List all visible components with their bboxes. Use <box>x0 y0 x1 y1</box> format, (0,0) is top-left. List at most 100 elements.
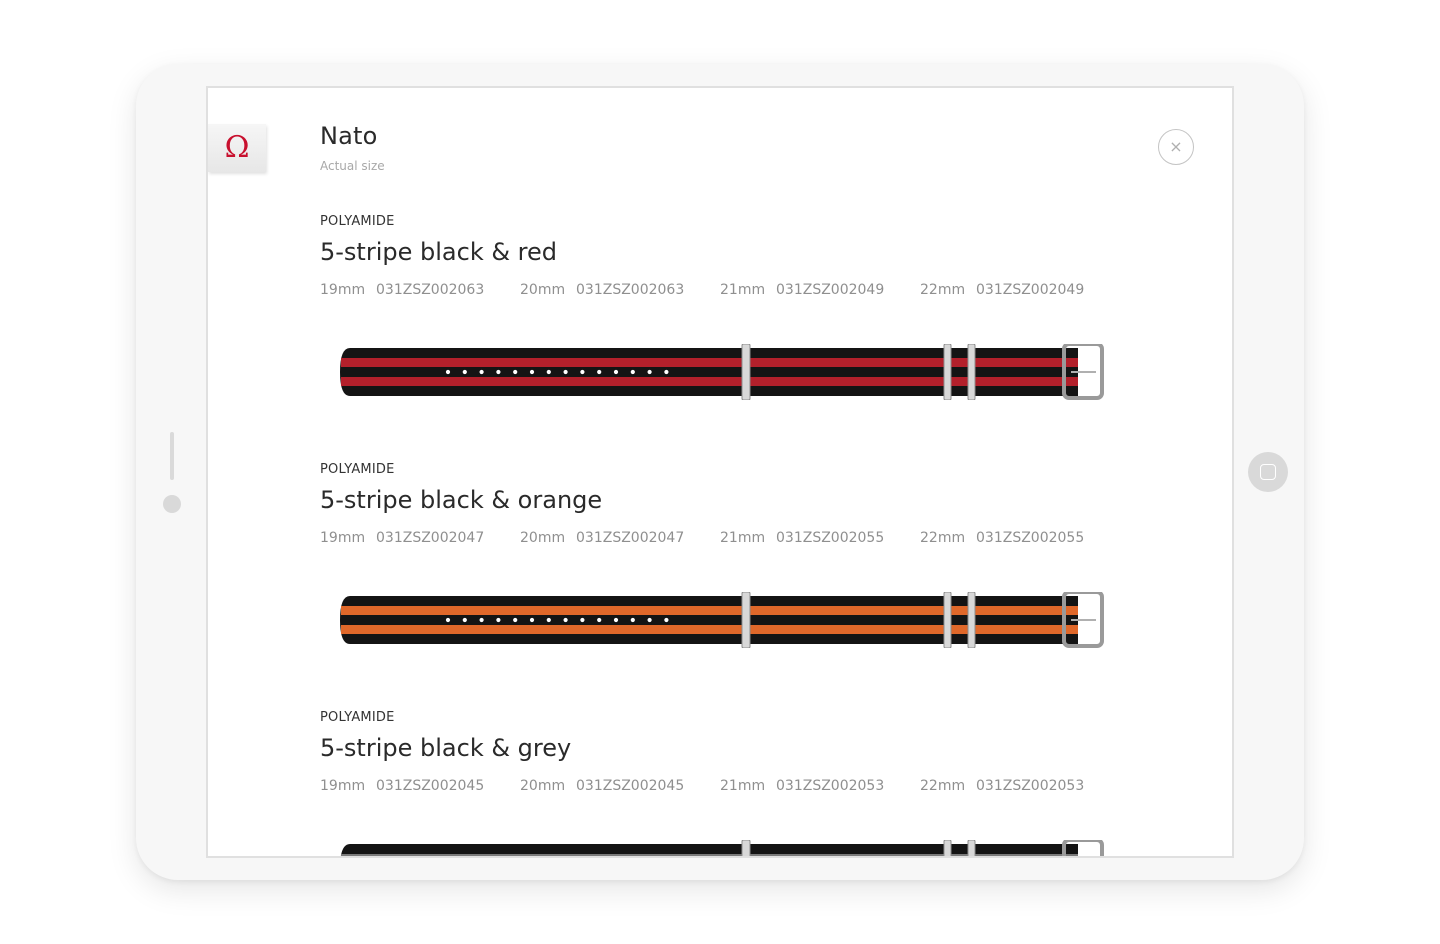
strap-keeper <box>967 592 976 648</box>
size-list: 19mm 031ZSZ002047 20mm 031ZSZ002047 21mm 03… <box>320 530 1120 550</box>
strap-hole <box>445 369 451 375</box>
product-section: POLYAMIDE 5-stripe black & red 19mm 031ZS… <box>320 214 1120 302</box>
page-subtitle: Actual size <box>320 159 385 173</box>
product-name: 5-stripe black & red <box>320 238 558 266</box>
strap-hole <box>546 617 551 623</box>
strap-hole <box>479 369 484 375</box>
product-name: 5-stripe black & grey <box>320 734 572 762</box>
strap-hole <box>445 617 451 623</box>
product-name: 5-stripe black & orange <box>320 486 603 514</box>
strap-image-grey <box>340 840 1104 856</box>
strap-hole <box>630 369 635 375</box>
size-option[interactable]: 22mm 031ZSZ002053 <box>920 778 1120 798</box>
strap-hole <box>630 617 635 623</box>
size-option[interactable]: 21mm 031ZSZ002049 <box>720 282 920 302</box>
size-label: 19mm <box>320 530 366 546</box>
size-option[interactable]: 20mm 031ZSZ002045 <box>520 778 720 798</box>
strap-hole <box>563 369 568 375</box>
reference-number[interactable]: 031ZSZ002047 <box>376 530 484 550</box>
strap-keeper <box>741 592 751 648</box>
reference-number[interactable]: 031ZSZ002049 <box>776 282 884 302</box>
strap-hole <box>664 369 669 375</box>
size-option[interactable]: 21mm 031ZSZ002055 <box>720 530 920 550</box>
strap-stripe <box>341 625 1078 634</box>
product-material: POLYAMIDE <box>320 710 395 725</box>
strap-keeper <box>943 592 952 648</box>
strap-stripe <box>341 358 1078 367</box>
strap-hole <box>496 369 501 375</box>
strap-hole <box>597 369 602 375</box>
reference-number[interactable]: 031ZSZ002049 <box>976 282 1084 302</box>
strap-hole <box>462 617 467 623</box>
strap-hole <box>613 369 619 375</box>
product-material: POLYAMIDE <box>320 462 395 477</box>
strap-hole <box>496 617 501 623</box>
strap-hole <box>580 369 585 375</box>
reference-number[interactable]: 031ZSZ002055 <box>776 530 884 550</box>
strap-body <box>340 596 1078 644</box>
side-scroll-dot[interactable] <box>163 495 181 513</box>
strap-hole <box>529 617 535 623</box>
size-list: 19mm 031ZSZ002063 20mm 031ZSZ002063 21mm 03… <box>320 282 1120 302</box>
size-option[interactable]: 20mm 031ZSZ002063 <box>520 282 720 302</box>
size-option[interactable]: 22mm 031ZSZ002049 <box>920 282 1120 302</box>
strap-keeper <box>967 344 976 400</box>
size-label: 20mm <box>520 282 566 298</box>
reference-number[interactable]: 031ZSZ002063 <box>376 282 484 302</box>
strap-hole <box>529 369 535 375</box>
strap-hole <box>513 369 518 375</box>
size-label: 19mm <box>320 778 366 794</box>
strap-keeper <box>943 344 952 400</box>
strap-keeper <box>741 344 751 400</box>
size-label: 22mm <box>920 530 966 546</box>
reference-number[interactable]: 031ZSZ002063 <box>576 282 684 302</box>
strap-body <box>340 348 1078 396</box>
size-label: 22mm <box>920 778 966 794</box>
strap-stripe <box>341 606 1078 615</box>
strap-keeper <box>741 840 751 856</box>
close-icon: × <box>1169 137 1183 156</box>
strap-hole <box>513 617 518 623</box>
omega-logo[interactable]: Ω <box>208 124 266 172</box>
strap-image-orange <box>340 592 1104 648</box>
strap-image-red <box>340 344 1104 400</box>
omega-icon: Ω <box>224 130 250 165</box>
size-label: 21mm <box>720 778 766 794</box>
home-icon <box>1260 464 1276 480</box>
strap-hole <box>613 617 619 623</box>
reference-number[interactable]: 031ZSZ002053 <box>976 778 1084 798</box>
size-label: 22mm <box>920 282 966 298</box>
reference-number[interactable]: 031ZSZ002055 <box>976 530 1084 550</box>
size-option[interactable]: 22mm 031ZSZ002055 <box>920 530 1120 550</box>
strap-hole <box>546 369 551 375</box>
size-label: 19mm <box>320 282 366 298</box>
size-label: 21mm <box>720 530 766 546</box>
reference-number[interactable]: 031ZSZ002045 <box>376 778 484 798</box>
close-button[interactable]: × <box>1158 129 1194 165</box>
strap-hole <box>647 617 652 623</box>
strap-stripe <box>341 854 1078 856</box>
reference-number[interactable]: 031ZSZ002053 <box>776 778 884 798</box>
reference-number[interactable]: 031ZSZ002047 <box>576 530 684 550</box>
product-material: POLYAMIDE <box>320 214 395 229</box>
strap-hole <box>563 617 568 623</box>
reference-number[interactable]: 031ZSZ002045 <box>576 778 684 798</box>
size-option[interactable]: 20mm 031ZSZ002047 <box>520 530 720 550</box>
size-option[interactable]: 19mm 031ZSZ002045 <box>320 778 520 798</box>
strap-catalog-screen: Ω Nato Actual size × POLYAMIDE 5-stripe … <box>206 86 1234 858</box>
side-scroll-track[interactable] <box>170 432 174 480</box>
strap-hole <box>597 617 602 623</box>
strap-hole <box>647 369 652 375</box>
size-label: 21mm <box>720 282 766 298</box>
strap-hole <box>580 617 585 623</box>
page-title: Nato <box>320 122 378 150</box>
home-button[interactable] <box>1248 452 1288 492</box>
strap-hole <box>664 617 669 623</box>
size-option[interactable]: 19mm 031ZSZ002047 <box>320 530 520 550</box>
product-section: POLYAMIDE 5-stripe black & grey 19mm 031Z… <box>320 710 1120 798</box>
size-option[interactable]: 21mm 031ZSZ002053 <box>720 778 920 798</box>
product-section: POLYAMIDE 5-stripe black & orange 19mm 03… <box>320 462 1120 550</box>
size-option[interactable]: 19mm 031ZSZ002063 <box>320 282 520 302</box>
size-label: 20mm <box>520 778 566 794</box>
strap-stripe <box>341 377 1078 386</box>
